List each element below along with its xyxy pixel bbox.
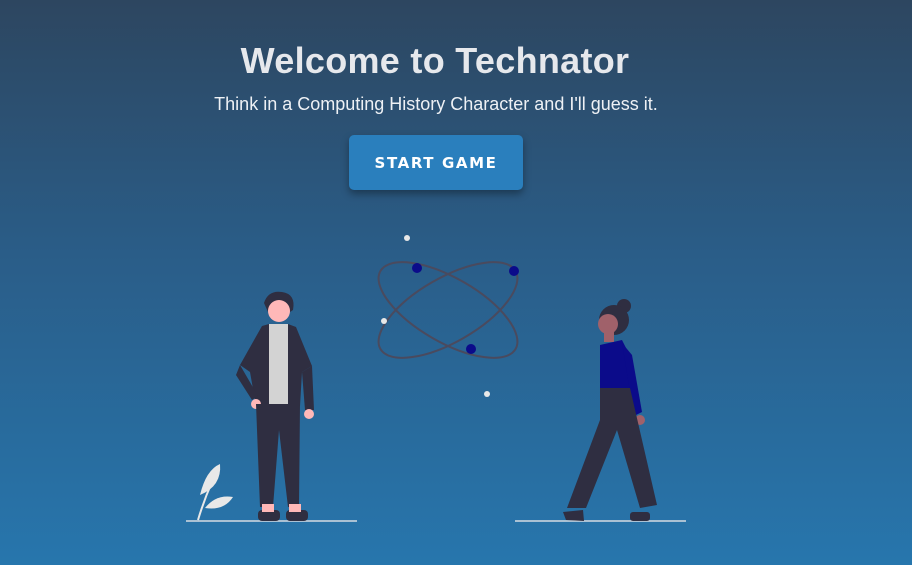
woman-figure [563,299,657,521]
hero-illustration [186,235,686,522]
plant-icon [197,464,233,521]
man-figure [236,291,314,521]
atom-icon [377,235,519,397]
